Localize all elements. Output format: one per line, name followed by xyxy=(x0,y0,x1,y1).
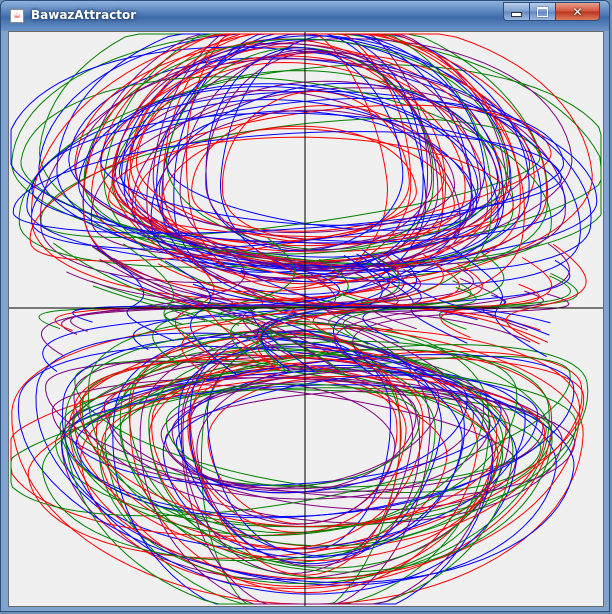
trajectory-curve xyxy=(207,378,398,525)
maximize-icon xyxy=(537,6,548,17)
attractor-trajectories xyxy=(10,33,602,605)
trajectory-curve xyxy=(79,355,507,528)
close-button[interactable]: ✕ xyxy=(555,2,600,21)
attractor-canvas[interactable] xyxy=(8,31,604,607)
trajectory-curve xyxy=(10,46,592,272)
java-cup-icon[interactable]: ☕ xyxy=(10,9,24,23)
minimize-icon xyxy=(511,12,522,17)
trajectory-curve xyxy=(205,47,404,252)
attractor-plot xyxy=(9,32,603,606)
minimize-button[interactable] xyxy=(503,2,530,21)
title-bar[interactable]: ☕ BawazAttractor ✕ xyxy=(1,1,609,31)
trajectory-curve xyxy=(191,104,445,232)
close-icon: ✕ xyxy=(572,4,583,19)
maximize-button[interactable] xyxy=(529,2,556,21)
app-window: ☕ BawazAttractor ✕ xyxy=(0,0,610,612)
window-title: BawazAttractor xyxy=(31,8,137,22)
